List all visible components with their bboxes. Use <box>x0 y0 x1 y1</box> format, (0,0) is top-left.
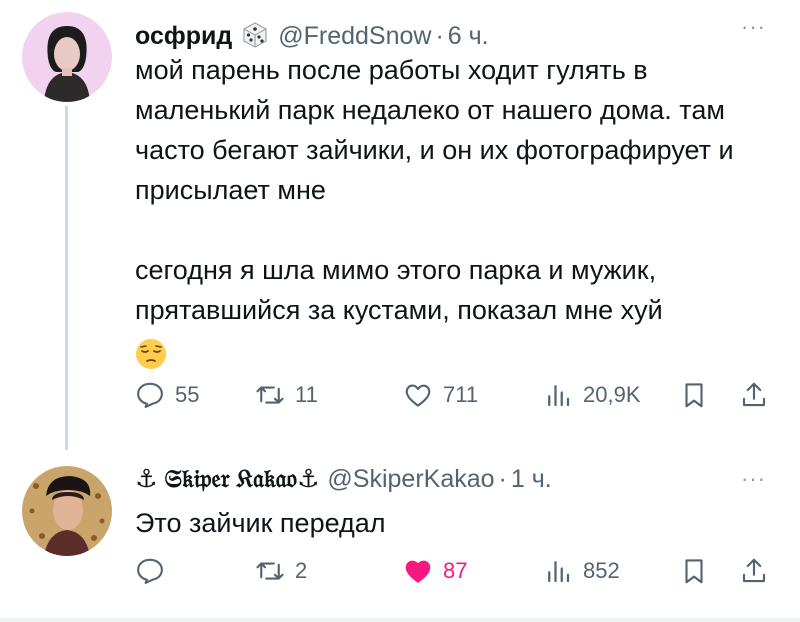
share-button[interactable] <box>739 380 769 410</box>
divider <box>0 618 800 622</box>
more-options-button[interactable]: ··· <box>741 14 766 40</box>
timestamp[interactable]: 1 ч. <box>511 465 552 494</box>
avatar[interactable] <box>22 12 112 102</box>
views-button[interactable]: 20,9K <box>543 380 641 410</box>
share-icon <box>742 558 766 583</box>
reply-count: 55 <box>175 382 200 407</box>
retweet-button[interactable]: 11 <box>255 380 318 410</box>
avatar[interactable] <box>22 466 112 556</box>
tweet-actions: 55 11 711 20,9K <box>135 380 775 420</box>
pensive-face-emoji <box>135 338 167 370</box>
views-icon <box>548 385 570 407</box>
share-button[interactable] <box>739 556 769 586</box>
more-options-button[interactable]: ··· <box>741 466 766 492</box>
retweet-count: 2 <box>295 558 308 583</box>
die-icon <box>240 20 270 50</box>
bookmark-button[interactable] <box>679 380 709 410</box>
bookmark-icon <box>685 383 703 408</box>
tweet-actions: 2 87 852 <box>135 556 775 596</box>
retweet-count: 11 <box>295 382 318 407</box>
separator: · <box>435 22 444 50</box>
retweet-icon <box>256 386 284 404</box>
tweet-text: мой парень после работы ходит гулять в м… <box>135 50 775 370</box>
tweet-header: осфрид @FreddSnow · 6 ч. <box>135 14 489 51</box>
like-count: 711 <box>443 382 479 407</box>
views-count: 852 <box>583 558 620 583</box>
views-icon <box>548 561 570 583</box>
like-count: 87 <box>443 558 468 583</box>
views-button[interactable]: 852 <box>543 556 620 586</box>
display-name[interactable]: ⚓ 𝔖𝔨𝔦𝔭𝔢𝔯 𝔎𝔞𝔨𝔞𝔬⚓ <box>135 464 319 494</box>
tweet-paragraph: Это зайчик передал <box>135 508 386 538</box>
retweet-icon <box>256 562 284 580</box>
heart-icon <box>405 560 431 583</box>
reply-icon <box>137 558 163 584</box>
tweet-paragraph: мой парень после работы ходит гулять в м… <box>135 55 734 205</box>
bookmark-icon <box>685 559 703 584</box>
tweet-header: ⚓ 𝔖𝔨𝔦𝔭𝔢𝔯 𝔎𝔞𝔨𝔞𝔬⚓ @SkiperKakao · 1 ч. <box>135 464 552 494</box>
reply-button[interactable] <box>135 556 175 586</box>
tweet[interactable]: осфрид @FreddSnow · 6 ч. ··· мой парень … <box>0 0 800 450</box>
tweet[interactable]: ⚓ 𝔖𝔨𝔦𝔭𝔢𝔯 𝔎𝔞𝔨𝔞𝔬⚓ @SkiperKakao · 1 ч. ··· … <box>0 450 800 622</box>
heart-icon <box>405 384 431 407</box>
reply-icon <box>137 382 163 408</box>
views-count: 20,9K <box>583 382 641 407</box>
timestamp[interactable]: 6 ч. <box>448 22 489 51</box>
handle[interactable]: @FreddSnow <box>278 22 431 51</box>
separator: · <box>498 465 507 493</box>
share-icon <box>742 382 766 407</box>
display-name[interactable]: осфрид <box>135 22 232 51</box>
thread-line <box>65 106 68 450</box>
bookmark-button[interactable] <box>679 556 709 586</box>
retweet-button[interactable]: 2 <box>255 556 307 586</box>
reply-button[interactable]: 55 <box>135 380 199 410</box>
like-button[interactable]: 87 <box>403 556 467 586</box>
like-button[interactable]: 711 <box>403 380 478 410</box>
tweet-text: Это зайчик передал <box>135 503 775 543</box>
tweet-paragraph: сегодня я шла мимо этого парка и мужик, … <box>135 255 663 325</box>
handle[interactable]: @SkiperKakao <box>327 465 494 494</box>
